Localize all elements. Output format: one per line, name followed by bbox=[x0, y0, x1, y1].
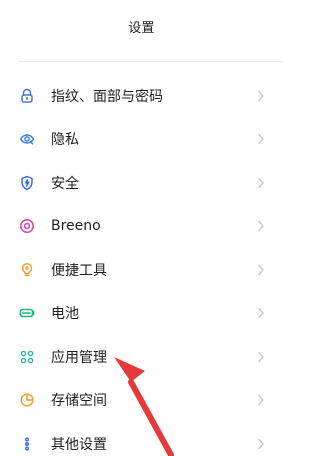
settings-item-label: 安全 bbox=[51, 175, 79, 192]
settings-item-label: 应用管理 bbox=[51, 349, 107, 366]
chevron-right-icon bbox=[257, 394, 265, 406]
settings-item-label: 便捷工具 bbox=[51, 262, 107, 279]
shield-icon bbox=[18, 174, 36, 192]
settings-item-label: 其他设置 bbox=[51, 436, 107, 453]
settings-item-breeno[interactable]: Breeno bbox=[0, 204, 283, 248]
chevron-right-icon bbox=[257, 133, 265, 145]
settings-item-label: 存储空间 bbox=[51, 393, 107, 410]
header-divider bbox=[18, 61, 283, 62]
apps-grid-icon bbox=[18, 348, 36, 366]
breeno-icon bbox=[18, 217, 36, 235]
page-title: 设置 bbox=[128, 20, 155, 36]
chevron-right-icon bbox=[257, 220, 265, 232]
chevron-right-icon bbox=[257, 438, 265, 450]
lock-icon bbox=[18, 87, 36, 105]
settings-item-label: Breeno bbox=[51, 218, 101, 235]
chevron-right-icon bbox=[257, 307, 265, 319]
chevron-right-icon bbox=[257, 90, 265, 102]
storage-pie-icon bbox=[18, 391, 36, 409]
chevron-right-icon bbox=[257, 177, 265, 189]
settings-item-other-settings[interactable]: 其他设置 bbox=[0, 422, 283, 456]
more-dots-icon bbox=[18, 435, 36, 453]
tool-bulb-icon bbox=[18, 261, 36, 279]
settings-item-storage[interactable]: 存储空间 bbox=[0, 378, 283, 422]
settings-item-privacy[interactable]: 隐私 bbox=[0, 117, 283, 161]
settings-list: 指纹、面部与密码 隐私 安全 Breeno 便捷工具 电池 应用管理 存储空间 … bbox=[0, 74, 283, 456]
settings-item-label: 电池 bbox=[51, 306, 79, 323]
settings-item-convenience-tools[interactable]: 便捷工具 bbox=[0, 248, 283, 292]
battery-icon bbox=[18, 304, 36, 322]
settings-item-fingerprint-face-password[interactable]: 指纹、面部与密码 bbox=[0, 74, 283, 118]
chevron-right-icon bbox=[257, 351, 265, 363]
top-bar: 设置 bbox=[0, 0, 283, 52]
settings-item-battery[interactable]: 电池 bbox=[0, 291, 283, 335]
settings-item-security[interactable]: 安全 bbox=[0, 161, 283, 205]
settings-item-app-management[interactable]: 应用管理 bbox=[0, 335, 283, 379]
settings-item-label: 隐私 bbox=[51, 132, 79, 149]
chevron-right-icon bbox=[257, 264, 265, 276]
settings-screen: 设置 指纹、面部与密码 隐私 安全 Breeno 便捷工具 电池 应用管理 存储… bbox=[0, 0, 283, 456]
privacy-icon bbox=[18, 130, 36, 148]
settings-item-label: 指纹、面部与密码 bbox=[51, 88, 163, 105]
